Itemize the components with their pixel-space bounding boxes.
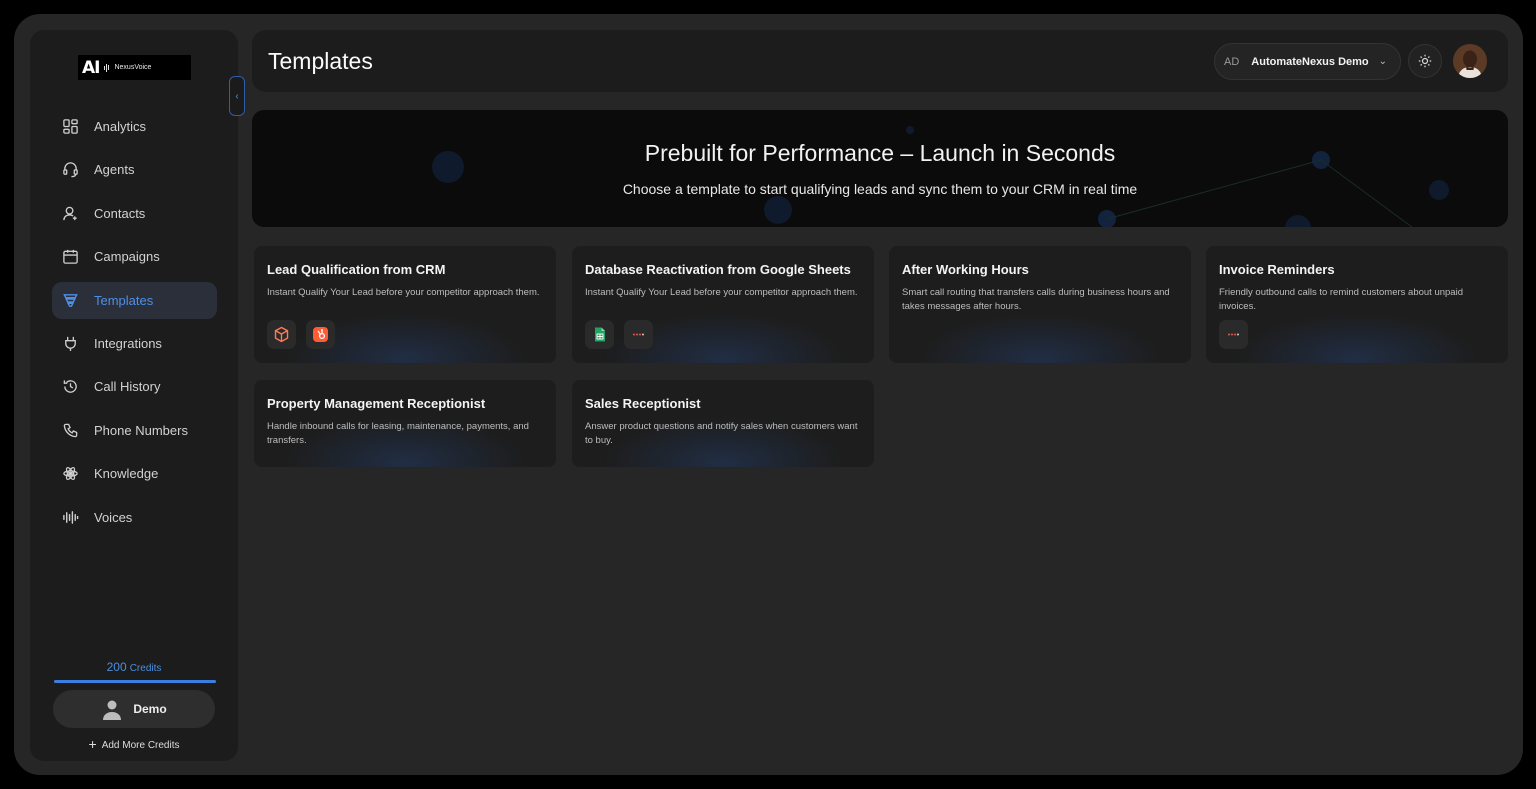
template-card-after-working-hours[interactable]: After Working Hours Smart call routing t… bbox=[889, 246, 1191, 363]
template-integrations bbox=[1219, 320, 1248, 349]
brand-logo[interactable]: AI NexusVoice bbox=[78, 55, 191, 80]
user-name: Demo bbox=[133, 702, 167, 716]
user-icon bbox=[61, 204, 79, 222]
calendar-icon bbox=[61, 248, 79, 266]
template-title: Property Management Receptionist bbox=[267, 396, 486, 411]
sidebar-item-label: Templates bbox=[94, 292, 154, 308]
template-integrations bbox=[267, 320, 335, 349]
headset-icon bbox=[61, 161, 79, 179]
template-card-database-reactivation[interactable]: Database Reactivation from Google Sheets… bbox=[572, 246, 874, 363]
sidebar-item-knowledge[interactable]: Knowledge bbox=[52, 455, 217, 492]
network-decoration bbox=[432, 126, 1449, 227]
sidebar-item-label: Voices bbox=[94, 509, 133, 525]
sidebar-item-templates[interactable]: Templates bbox=[52, 281, 217, 319]
plus-icon: + bbox=[88, 736, 97, 752]
box-icon bbox=[267, 320, 296, 349]
sidebar-item-integrations[interactable]: Integrations bbox=[52, 325, 217, 362]
template-description: Handle inbound calls for leasing, mainte… bbox=[267, 421, 529, 446]
credits-amount: 200 bbox=[106, 660, 127, 674]
add-credits-button[interactable]: + Add More Credits bbox=[30, 736, 238, 752]
page-title: Templates bbox=[268, 48, 373, 74]
chevron-left-icon: ‹ bbox=[235, 90, 239, 102]
template-title: Database Reactivation from Google Sheets bbox=[585, 262, 851, 277]
user-avatar-icon bbox=[103, 700, 122, 720]
profile-avatar[interactable] bbox=[1453, 44, 1487, 78]
logo-mark: AI bbox=[82, 57, 101, 78]
sidebar-item-agents[interactable]: Agents bbox=[52, 151, 217, 188]
template-title: Sales Receptionist bbox=[585, 396, 701, 411]
dots-connector-icon bbox=[1219, 320, 1248, 349]
account-switcher[interactable]: AD AutomateNexus Demo ⌄ bbox=[1214, 43, 1401, 80]
credits-progress-fill bbox=[54, 680, 216, 683]
user-menu[interactable]: Demo bbox=[53, 690, 215, 728]
credits-progress-bar bbox=[54, 680, 216, 683]
credits-label: 200 Credits bbox=[30, 660, 238, 674]
sidebar-item-label: Integrations bbox=[94, 335, 162, 351]
collapse-sidebar-button[interactable]: ‹ bbox=[229, 76, 245, 116]
dots-connector-icon bbox=[624, 320, 653, 349]
template-card-sales-receptionist[interactable]: Sales Receptionist Answer product questi… bbox=[572, 380, 874, 467]
sidebar-item-label: Call History bbox=[94, 379, 161, 395]
template-card-property-management[interactable]: Property Management Receptionist Handle … bbox=[254, 380, 556, 467]
sidebar-item-voices[interactable]: Voices bbox=[52, 499, 217, 536]
hero-banner: Prebuilt for Performance – Launch in Sec… bbox=[252, 110, 1508, 227]
app-frame: AI NexusVoice Analytics Agents Contacts … bbox=[14, 14, 1523, 775]
template-card-lead-qualification[interactable]: Lead Qualification from CRM Instant Qual… bbox=[254, 246, 556, 363]
template-description: Answer product questions and notify sale… bbox=[585, 421, 858, 446]
logo-text: NexusVoice bbox=[114, 64, 152, 71]
chevron-down-icon: ⌄ bbox=[1378, 56, 1388, 67]
template-description: Smart call routing that transfers calls … bbox=[902, 287, 1170, 312]
sun-icon bbox=[1418, 54, 1432, 68]
sidebar-item-contacts[interactable]: Contacts bbox=[52, 195, 217, 232]
top-header: Templates AD AutomateNexus Demo ⌄ bbox=[252, 30, 1508, 92]
template-description: Instant Qualify Your Lead before your co… bbox=[267, 287, 540, 298]
funnel-icon bbox=[61, 291, 79, 309]
hero-subtitle: Choose a template to start qualifying le… bbox=[622, 181, 1138, 197]
waveform-icon bbox=[61, 508, 79, 526]
theme-toggle-button[interactable] bbox=[1408, 44, 1442, 78]
template-title: Lead Qualification from CRM bbox=[267, 262, 446, 277]
hubspot-icon bbox=[306, 320, 335, 349]
template-title: Invoice Reminders bbox=[1219, 262, 1335, 277]
plug-icon bbox=[61, 334, 79, 352]
credits-unit: Credits bbox=[129, 663, 162, 674]
add-credits-label: Add More Credits bbox=[101, 740, 180, 751]
sidebar-item-label: Agents bbox=[94, 162, 135, 178]
avatar-image-icon bbox=[1453, 44, 1487, 78]
template-title: After Working Hours bbox=[902, 262, 1029, 277]
history-icon bbox=[61, 378, 79, 396]
sidebar: AI NexusVoice Analytics Agents Contacts … bbox=[30, 30, 238, 761]
sidebar-item-analytics[interactable]: Analytics bbox=[52, 108, 217, 145]
template-description: Instant Qualify Your Lead before your co… bbox=[585, 287, 858, 298]
logo-wave-icon bbox=[104, 63, 110, 72]
sidebar-item-label: Contacts bbox=[94, 205, 146, 221]
sidebar-nav: Analytics Agents Contacts Campaigns Temp… bbox=[52, 108, 217, 542]
template-card-invoice-reminders[interactable]: Invoice Reminders Friendly outbound call… bbox=[1206, 246, 1508, 363]
account-name: AutomateNexus Demo bbox=[1251, 55, 1369, 68]
template-integrations bbox=[585, 320, 653, 349]
phone-icon bbox=[61, 421, 79, 439]
analytics-icon bbox=[61, 118, 79, 136]
sidebar-item-campaigns[interactable]: Campaigns bbox=[52, 238, 217, 275]
sidebar-item-call-history[interactable]: Call History bbox=[52, 368, 217, 405]
account-initials: AD bbox=[1224, 55, 1240, 68]
sidebar-item-phone-numbers[interactable]: Phone Numbers bbox=[52, 412, 217, 449]
google-sheets-icon bbox=[585, 320, 614, 349]
sidebar-item-label: Analytics bbox=[94, 119, 147, 134]
atom-icon bbox=[61, 465, 79, 483]
hero-title: Prebuilt for Performance – Launch in Sec… bbox=[644, 140, 1116, 166]
sidebar-item-label: Campaigns bbox=[94, 249, 160, 265]
sidebar-item-label: Phone Numbers bbox=[94, 422, 188, 438]
template-description: Friendly outbound calls to remind custom… bbox=[1219, 287, 1463, 312]
sidebar-item-label: Knowledge bbox=[94, 466, 159, 482]
